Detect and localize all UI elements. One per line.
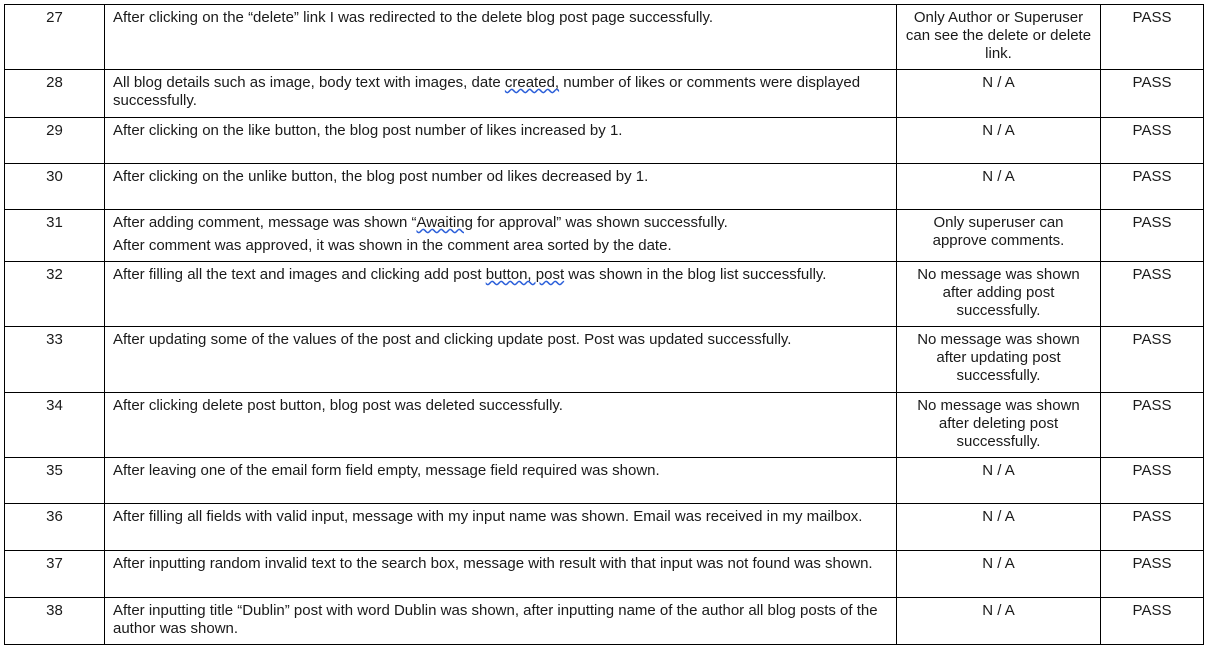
test-number-cell: 31	[4, 209, 105, 262]
test-results-body: 27 After clicking on the “delete” link I …	[4, 4, 1204, 645]
test-description-cell: After adding comment, message was shown …	[104, 209, 897, 262]
table-row: 35 After leaving one of the email form fi…	[4, 457, 1204, 504]
test-description-cell: After inputting title “Dublin” post with…	[104, 597, 897, 645]
test-comment-cell: N / A	[896, 550, 1101, 598]
test-number-cell: 33	[4, 326, 105, 393]
test-comment-cell: N / A	[896, 117, 1101, 164]
table-row: 27 After clicking on the “delete” link I …	[4, 4, 1204, 70]
test-comment-cell: No message was shown after deleting post…	[896, 392, 1101, 458]
description-text: After inputting random invalid text to t…	[113, 555, 873, 572]
test-description-cell: After clicking on the unlike button, the…	[104, 163, 897, 210]
test-description-cell: After inputting random invalid text to t…	[104, 550, 897, 598]
test-result-cell: PASS	[1100, 392, 1204, 458]
table-row: 29 After clicking on the like button, the…	[4, 117, 1204, 164]
table-row: 28 All blog details such as image, body t…	[4, 69, 1204, 118]
test-result-cell: PASS	[1100, 550, 1204, 598]
test-comment-cell: N / A	[896, 597, 1101, 645]
description-line: After updating some of the values of the…	[113, 331, 888, 349]
test-number-cell: 36	[4, 503, 105, 551]
description-line: After adding comment, message was shown …	[113, 214, 888, 232]
test-result-cell: PASS	[1100, 326, 1204, 393]
test-result-cell: PASS	[1100, 117, 1204, 164]
test-number-cell: 28	[4, 69, 105, 118]
test-description-cell: After leaving one of the email form fiel…	[104, 457, 897, 504]
test-number-cell: 37	[4, 550, 105, 598]
test-description-cell: After clicking on the “delete” link I wa…	[104, 4, 897, 70]
test-comment-cell: N / A	[896, 163, 1101, 210]
description-text: After filling all the text and images an…	[113, 266, 486, 283]
description-line: After clicking on the like button, the b…	[113, 122, 888, 140]
description-text: was shown in the blog list successfully.	[564, 266, 827, 283]
test-number-cell: 35	[4, 457, 105, 504]
table-row: 32 After filling all the text and images …	[4, 261, 1204, 327]
description-line: After inputting title “Dublin” post with…	[113, 602, 888, 638]
description-text: After leaving one of the email form fiel…	[113, 462, 660, 479]
description-line: After filling all fields with valid inpu…	[113, 508, 888, 526]
description-line: After leaving one of the email form fiel…	[113, 462, 888, 480]
table-row: 31 After adding comment, message was show…	[4, 209, 1204, 262]
test-results-table: 27 After clicking on the “delete” link I …	[4, 4, 1204, 645]
test-comment-cell: No message was shown after updating post…	[896, 326, 1101, 393]
description-text: After clicking on the like button, the b…	[113, 122, 623, 139]
test-number-cell: 34	[4, 392, 105, 458]
table-row: 37 After inputting random invalid text to…	[4, 550, 1204, 598]
test-description-cell: After clicking on the like button, the b…	[104, 117, 897, 164]
test-description-cell: After filling all the text and images an…	[104, 261, 897, 327]
spellcheck-flagged-text: Awaiting	[416, 214, 473, 231]
description-line: After clicking on the unlike button, the…	[113, 168, 888, 186]
description-text: After inputting title “Dublin” post with…	[113, 602, 878, 637]
test-number-cell: 29	[4, 117, 105, 164]
description-line: After inputting random invalid text to t…	[113, 555, 888, 573]
description-text: After updating some of the values of the…	[113, 331, 792, 348]
test-result-cell: PASS	[1100, 503, 1204, 551]
description-text: After clicking on the “delete” link I wa…	[113, 9, 714, 26]
test-number-cell: 30	[4, 163, 105, 210]
table-row: 33 After updating some of the values of t…	[4, 326, 1204, 393]
test-description-cell: After updating some of the values of the…	[104, 326, 897, 393]
description-line: After clicking on the “delete” link I wa…	[113, 9, 888, 27]
description-text: After clicking delete post button, blog …	[113, 397, 563, 414]
table-row: 38 After inputting title “Dublin” post wi…	[4, 597, 1204, 645]
test-description-cell: After filling all fields with valid inpu…	[104, 503, 897, 551]
test-number-cell: 32	[4, 261, 105, 327]
table-row: 30 After clicking on the unlike button, t…	[4, 163, 1204, 210]
table-row: 36 After filling all fields with valid in…	[4, 503, 1204, 551]
description-text: for approval” was shown successfully.	[472, 214, 728, 231]
test-description-cell: All blog details such as image, body tex…	[104, 69, 897, 118]
test-result-cell: PASS	[1100, 163, 1204, 210]
description-text: After comment was approved, it was shown…	[113, 237, 672, 254]
description-text: All blog details such as image, body tex…	[113, 74, 505, 91]
spellcheck-flagged-text: button, post	[485, 266, 565, 283]
test-comment-cell: N / A	[896, 457, 1101, 504]
table-row: 34 After clicking delete post button, blo…	[4, 392, 1204, 458]
test-result-cell: PASS	[1100, 4, 1204, 70]
test-result-cell: PASS	[1100, 209, 1204, 262]
description-line: After filling all the text and images an…	[113, 266, 888, 284]
description-line: All blog details such as image, body tex…	[113, 74, 888, 110]
test-comment-cell: N / A	[896, 69, 1101, 118]
description-line: After comment was approved, it was shown…	[113, 237, 888, 255]
test-number-cell: 27	[4, 4, 105, 70]
spellcheck-flagged-text: created,	[504, 74, 560, 91]
test-result-cell: PASS	[1100, 457, 1204, 504]
description-text: After filling all fields with valid inpu…	[113, 508, 863, 525]
test-result-cell: PASS	[1100, 69, 1204, 118]
test-comment-cell: Only Author or Superuser can see the del…	[896, 4, 1101, 70]
test-comment-cell: N / A	[896, 503, 1101, 551]
test-comment-cell: No message was shown after adding post s…	[896, 261, 1101, 327]
test-comment-cell: Only superuser can approve comments.	[896, 209, 1101, 262]
test-number-cell: 38	[4, 597, 105, 645]
description-text: After clicking on the unlike button, the…	[113, 168, 649, 185]
description-line: After clicking delete post button, blog …	[113, 397, 888, 415]
description-text: After adding comment, message was shown …	[113, 214, 417, 231]
test-result-cell: PASS	[1100, 597, 1204, 645]
test-result-cell: PASS	[1100, 261, 1204, 327]
test-description-cell: After clicking delete post button, blog …	[104, 392, 897, 458]
